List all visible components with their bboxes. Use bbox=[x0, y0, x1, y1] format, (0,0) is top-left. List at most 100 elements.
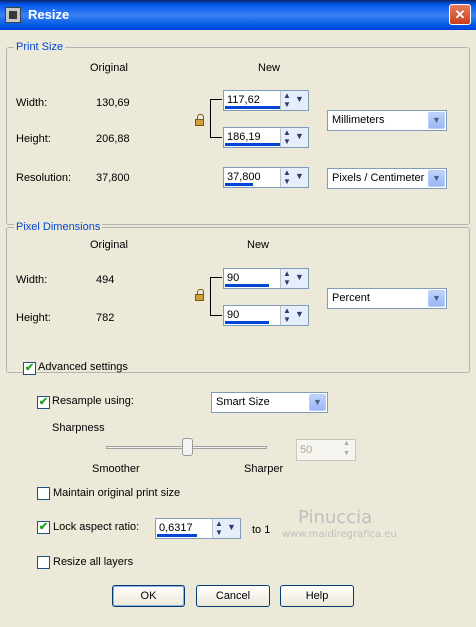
maintain-print-size-checkbox[interactable] bbox=[37, 487, 50, 500]
spin-down-icon[interactable]: ▼ bbox=[283, 100, 291, 109]
aspect-ratio-spinner[interactable]: 0,6317 ▲ ▼ ▼ bbox=[155, 518, 241, 539]
dropdown-arrow-icon[interactable]: ▼ bbox=[227, 522, 236, 532]
pixel-height-spinner[interactable]: 90 ▲ ▼ ▼ bbox=[223, 305, 309, 326]
dropdown-arrow-icon[interactable]: ▼ bbox=[428, 112, 445, 129]
spin-down-icon[interactable]: ▼ bbox=[283, 278, 291, 287]
print-height-spinner[interactable]: 186,19 ▲ ▼ ▼ bbox=[223, 127, 309, 148]
print-original-header: Original bbox=[90, 62, 128, 74]
pixel-width-value: 90 bbox=[227, 272, 240, 284]
resolution-spinner[interactable]: 37,800 ▲ ▼ ▼ bbox=[223, 167, 309, 188]
resolution-original: 37,800 bbox=[96, 172, 130, 184]
pixel-height-bar bbox=[225, 321, 269, 324]
spin-down-icon[interactable]: ▼ bbox=[215, 528, 223, 537]
aspect-ratio-value: 0,6317 bbox=[159, 522, 193, 534]
advanced-settings-label[interactable]: Advanced settings bbox=[38, 361, 128, 373]
spin-arrows[interactable]: ▲ ▼ ▼ bbox=[212, 519, 240, 538]
print-width-bar bbox=[225, 106, 281, 109]
print-new-header: New bbox=[258, 62, 281, 74]
dialog-body: Print Size Original New Width: 130,69 11… bbox=[0, 30, 476, 627]
pixel-width-spinner[interactable]: 90 ▲ ▼ ▼ bbox=[223, 268, 309, 289]
pixel-new-header: New bbox=[247, 239, 270, 251]
cancel-button[interactable]: Cancel bbox=[196, 585, 270, 607]
spin-arrows[interactable]: ▲ ▼ ▼ bbox=[280, 306, 308, 325]
spin-up-icon[interactable]: ▲ bbox=[283, 269, 291, 278]
resample-label[interactable]: Resample using: bbox=[52, 395, 134, 407]
dropdown-arrow-icon[interactable]: ▼ bbox=[295, 94, 304, 104]
resolution-unit-select[interactable]: Pixels / Centimeter ▼ bbox=[327, 168, 447, 189]
pixel-width-original: 494 bbox=[96, 274, 115, 286]
spin-down-icon[interactable]: ▼ bbox=[283, 137, 291, 146]
print-width-label: Width: bbox=[16, 97, 48, 109]
resize-all-layers-label[interactable]: Resize all layers bbox=[53, 556, 133, 568]
title-bar[interactable]: Resize ✕ bbox=[0, 0, 476, 30]
to-one-label: to 1 bbox=[252, 524, 271, 536]
ok-button[interactable]: OK bbox=[112, 585, 185, 607]
spin-arrows[interactable]: ▲ ▼ ▼ bbox=[280, 128, 308, 147]
resolution-bar bbox=[225, 183, 253, 186]
spin-arrows[interactable]: ▲ ▼ ▼ bbox=[280, 91, 308, 110]
print-height-bar bbox=[225, 143, 281, 146]
checkmark-icon: ✔ bbox=[38, 521, 49, 533]
watermark-url: www.maidiregrafica.eu bbox=[282, 529, 397, 540]
resample-select[interactable]: Smart Size ▼ bbox=[211, 392, 328, 413]
pixel-link-bracket bbox=[210, 277, 222, 316]
resolution-label: Resolution: bbox=[16, 172, 72, 184]
padlock-icon[interactable] bbox=[195, 114, 204, 126]
resample-checkbox[interactable]: ✔ bbox=[37, 396, 50, 409]
resample-value: Smart Size bbox=[216, 396, 270, 408]
smoother-label: Smoother bbox=[92, 463, 140, 475]
close-button[interactable]: ✕ bbox=[449, 4, 471, 25]
spin-up-icon: ▲ bbox=[343, 440, 350, 447]
spin-up-icon[interactable]: ▲ bbox=[283, 128, 291, 137]
sharpness-value-box: 50 ▲ ▼ bbox=[296, 439, 356, 461]
resize-all-layers-checkbox[interactable] bbox=[37, 556, 50, 569]
print-height-label: Height: bbox=[16, 133, 51, 145]
sharpness-slider-thumb[interactable] bbox=[182, 438, 193, 456]
print-height-original: 206,88 bbox=[96, 133, 130, 145]
window-title: Resize bbox=[28, 7, 70, 22]
watermark-name: Pinuccia bbox=[298, 507, 373, 528]
sharpness-value: 50 bbox=[300, 444, 313, 456]
lock-aspect-label[interactable]: Lock aspect ratio: bbox=[53, 521, 139, 533]
pixel-width-label: Width: bbox=[16, 274, 48, 286]
sharpness-label: Sharpness bbox=[52, 422, 105, 434]
lock-aspect-checkbox[interactable]: ✔ bbox=[37, 521, 50, 534]
dropdown-arrow-icon[interactable]: ▼ bbox=[309, 394, 326, 411]
padlock-icon[interactable] bbox=[195, 289, 204, 301]
spin-up-icon[interactable]: ▲ bbox=[283, 168, 291, 177]
pixel-original-header: Original bbox=[90, 239, 128, 251]
advanced-settings-checkbox[interactable]: ✔ bbox=[23, 362, 36, 375]
print-size-title: Print Size bbox=[14, 41, 66, 53]
print-width-spinner[interactable]: 117,62 ▲ ▼ ▼ bbox=[223, 90, 309, 111]
help-button[interactable]: Help bbox=[280, 585, 354, 607]
print-width-value: 117,62 bbox=[227, 94, 260, 106]
spin-arrows[interactable]: ▲ ▼ ▼ bbox=[280, 269, 308, 288]
pixel-height-value: 90 bbox=[227, 309, 240, 321]
checkmark-icon: ✔ bbox=[24, 362, 35, 374]
dropdown-arrow-icon[interactable]: ▼ bbox=[295, 309, 304, 319]
pixel-unit-select[interactable]: Percent ▼ bbox=[327, 288, 447, 309]
spin-up-icon[interactable]: ▲ bbox=[215, 519, 223, 528]
spin-up-icon[interactable]: ▲ bbox=[283, 91, 291, 100]
sharper-label: Sharper bbox=[244, 463, 284, 475]
dropdown-arrow-icon[interactable]: ▼ bbox=[428, 290, 445, 307]
spin-down-icon: ▼ bbox=[343, 450, 350, 457]
resolution-unit-value: Pixels / Centimeter bbox=[332, 172, 425, 184]
dropdown-arrow-icon[interactable]: ▼ bbox=[295, 131, 304, 141]
dropdown-arrow-icon[interactable]: ▼ bbox=[295, 171, 304, 181]
spin-up-icon[interactable]: ▲ bbox=[283, 306, 291, 315]
resolution-value: 37,800 bbox=[227, 171, 261, 183]
print-unit-select[interactable]: Millimeters ▼ bbox=[327, 110, 447, 131]
print-link-bracket bbox=[210, 99, 222, 138]
spin-down-icon[interactable]: ▼ bbox=[283, 177, 291, 186]
dropdown-arrow-icon[interactable]: ▼ bbox=[295, 272, 304, 282]
print-width-original: 130,69 bbox=[96, 97, 130, 109]
print-height-value: 186,19 bbox=[227, 131, 261, 143]
print-unit-value: Millimeters bbox=[332, 114, 385, 126]
spin-arrows[interactable]: ▲ ▼ ▼ bbox=[280, 168, 308, 187]
dropdown-arrow-icon[interactable]: ▼ bbox=[428, 170, 445, 187]
spin-down-icon[interactable]: ▼ bbox=[283, 315, 291, 324]
maintain-print-size-label[interactable]: Maintain original print size bbox=[53, 487, 180, 499]
pixel-unit-value: Percent bbox=[332, 292, 370, 304]
checkmark-icon: ✔ bbox=[38, 396, 49, 408]
